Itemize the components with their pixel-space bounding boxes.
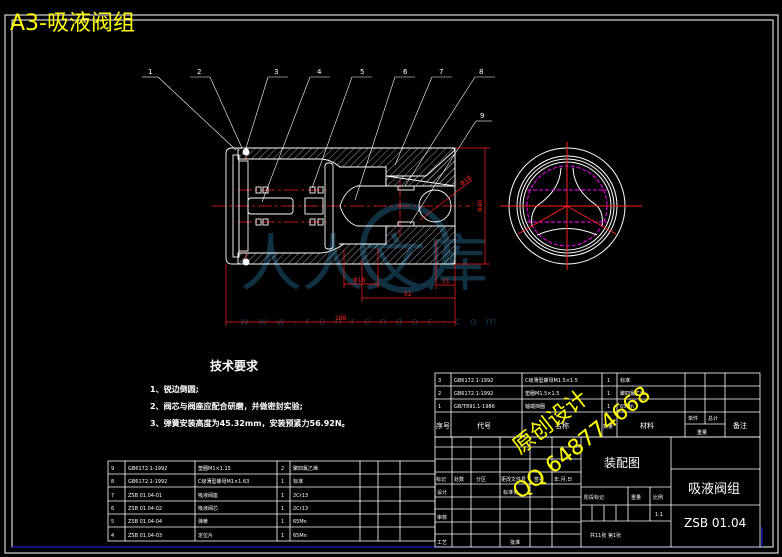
dim-52: 52: [404, 291, 412, 298]
upper_bom-rows-0-material: 标准: [620, 377, 630, 384]
watermark-logo: 人人文库 www.renrendoc.com: [240, 203, 505, 328]
tech-req-item-2: 2、阀芯与阀座应配合研磨，并做密封实验;: [150, 401, 303, 411]
lower_bom-rows-4-qty: 1: [281, 519, 284, 525]
upper_bom-rows-2-code: GB/T891.1-1986: [454, 404, 495, 410]
balloon-labels: 1 2 3 4 5 6 7 8 9: [148, 68, 484, 120]
lower_bom-rows-2-qty: 1: [281, 493, 284, 499]
upper_bom-rows-0-no: 3: [438, 378, 441, 384]
file-title: A3-吸液阀组: [10, 11, 135, 36]
lower_bom-rows-1-code: GB6172.1-1992: [128, 479, 167, 485]
lower_bom-rows-2-name: 吸液阀座: [198, 492, 218, 499]
title_block-scale: 1:1: [655, 512, 663, 518]
upper_bom-rows-1-code: GB6172.1-1992: [454, 391, 493, 397]
lower_bom-rows-3-qty: 1: [281, 506, 284, 512]
title_block-weight: 重量: [631, 494, 641, 501]
upper_bom-header-single: 单件: [688, 415, 698, 422]
dim-11: 11: [442, 278, 450, 285]
lower_bom-rows-5-material: 65Mn: [293, 533, 307, 539]
title_block-rev_header-1: 处数: [454, 476, 464, 483]
tech-req-heading: 技术要求: [210, 358, 259, 373]
dim-total-length: 188: [335, 315, 347, 322]
drawing-type: 装配图: [604, 456, 640, 470]
lower_bom-rows-2-material: 2Cr13: [293, 493, 308, 499]
upper_bom-rows-0-code: GB6172.1-1992: [454, 378, 493, 384]
balloon-3: 3: [274, 68, 278, 76]
dim-dia-18: Φ18: [353, 277, 366, 284]
lower_bom-rows-1-qty: 1: [281, 479, 284, 485]
lower_bom-rows-2-no: 7: [111, 493, 114, 499]
valve-side-view: [500, 142, 642, 270]
title_block-rev_header-0: 标记: [436, 476, 446, 483]
lower_bom-rows-2-code: ZSB 01.04-01: [128, 493, 162, 499]
title-block-texts: 标记 处数 分区 更改文件号 签名 年.月.日 设计 标准化 审核 工艺 批准 …: [436, 476, 663, 546]
balloon-4: 4: [317, 68, 322, 76]
upper_bom-rows-2-name: 轴端挡圈: [525, 403, 545, 410]
lower_bom-rows-3-code: ZSB 01.04-02: [128, 506, 162, 512]
upper_bom-rows-0-name: C级薄型螺母M1.5×1.5: [525, 377, 578, 384]
lower_bom-rows-5-name: 定位片: [198, 532, 213, 539]
upper_bom-rows-0-qty: 1: [607, 378, 610, 384]
upper_bom-header-remark: 备注: [733, 421, 747, 430]
drawing-number: ZSB 01.04: [684, 516, 746, 530]
dim-height: Φ40: [477, 199, 484, 212]
lower_bom-rows-0-qty: 2: [281, 466, 284, 472]
lower_bom-rows-0-material: 聚四氟乙烯: [293, 465, 318, 472]
lower_bom-rows-1-no: 8: [111, 479, 114, 485]
lower_bom-rows-3-material: 2Cr13: [293, 506, 308, 512]
lower_bom-rows-5-qty: 1: [281, 533, 284, 539]
lower-bom-grid: [107, 460, 436, 542]
tech-req-item-1: 1、锐边倒圆;: [150, 384, 199, 394]
lower_bom-rows-5-no: 4: [111, 533, 114, 539]
dim-ball: Φ18: [459, 174, 473, 187]
upper_bom-header-total: 总计: [708, 415, 718, 422]
title_block-design: 设计: [437, 489, 447, 496]
balloon-2: 2: [197, 68, 201, 76]
title_block-approve: 批准: [510, 539, 520, 546]
upper_bom-rows-1-name: 垫圈M1.5×1.5: [525, 390, 559, 397]
drawing-name: 吸液阀组: [688, 482, 740, 497]
cad-drawing: 人人文库 www.renrendoc.com: [4, 11, 779, 554]
balloon-8: 8: [479, 68, 483, 76]
lower_bom-rows-4-no: 5: [111, 519, 114, 525]
lower_bom-rows-0-no: 9: [111, 466, 114, 472]
title_block-sheets: 共11张 第1张: [590, 532, 621, 539]
title_block-process: 工艺: [437, 540, 447, 546]
balloon-9: 9: [480, 112, 484, 120]
upper_bom-header-weight: 重量: [697, 429, 707, 436]
technical-requirements: 技术要求 1、锐边倒圆; 2、阀芯与阀座应配合研磨，并做密封实验; 3、弹簧安装…: [150, 358, 350, 428]
title_block-scale_label: 比例: [653, 494, 663, 501]
lower_bom-rows-0-name: 垫圈M1×1.15: [198, 465, 231, 472]
title_block-stage: 阶段标记: [584, 494, 604, 501]
lower_bom-rows-4-material: 65Mn: [293, 519, 307, 525]
lower_bom-rows-3-no: 6: [111, 506, 114, 512]
upper_bom-rows-2-no: 1: [438, 404, 441, 410]
title_block-review: 审核: [437, 514, 447, 521]
upper_bom-header-material: 材料: [640, 421, 654, 430]
balloon-7: 7: [439, 68, 443, 76]
balloon-6: 6: [403, 68, 408, 76]
lower_bom-rows-1-material: 标准: [293, 478, 303, 485]
lower_bom-rows-1-name: C级薄型螺母M1×1.63: [198, 478, 249, 485]
tech-req-item-3: 3、弹簧安装高度为45.32mm，安装预紧力56.92N。: [150, 418, 350, 428]
lower_bom-rows-3-name: 吸液阀芯: [198, 505, 218, 512]
upper_bom-rows-1-no: 2: [438, 391, 441, 397]
balloon-1: 1: [148, 68, 152, 76]
balloon-5: 5: [360, 68, 364, 76]
title_block-rev_header-2: 分区: [476, 476, 486, 483]
upper_bom-rows-1-qty: 1: [607, 391, 610, 397]
lower-bom-rows: 9 GB6172.1-1992 垫圈M1×1.15 2 聚四氟乙烯 8 GB6172.1-…: [111, 465, 318, 539]
lower_bom-rows-4-code: ZSB 01.04-04: [128, 519, 162, 525]
upper_bom-header-no: 序号: [436, 421, 450, 430]
lower_bom-rows-4-name: 弹簧: [198, 518, 208, 525]
watermark-site-url: www.renrendoc.com: [240, 315, 505, 328]
lower_bom-rows-5-code: ZSB 01.04-03: [128, 533, 162, 539]
upper_bom-header-code: 代号: [477, 421, 491, 430]
lower_bom-rows-0-code: GB6172.1-1992: [128, 466, 167, 472]
